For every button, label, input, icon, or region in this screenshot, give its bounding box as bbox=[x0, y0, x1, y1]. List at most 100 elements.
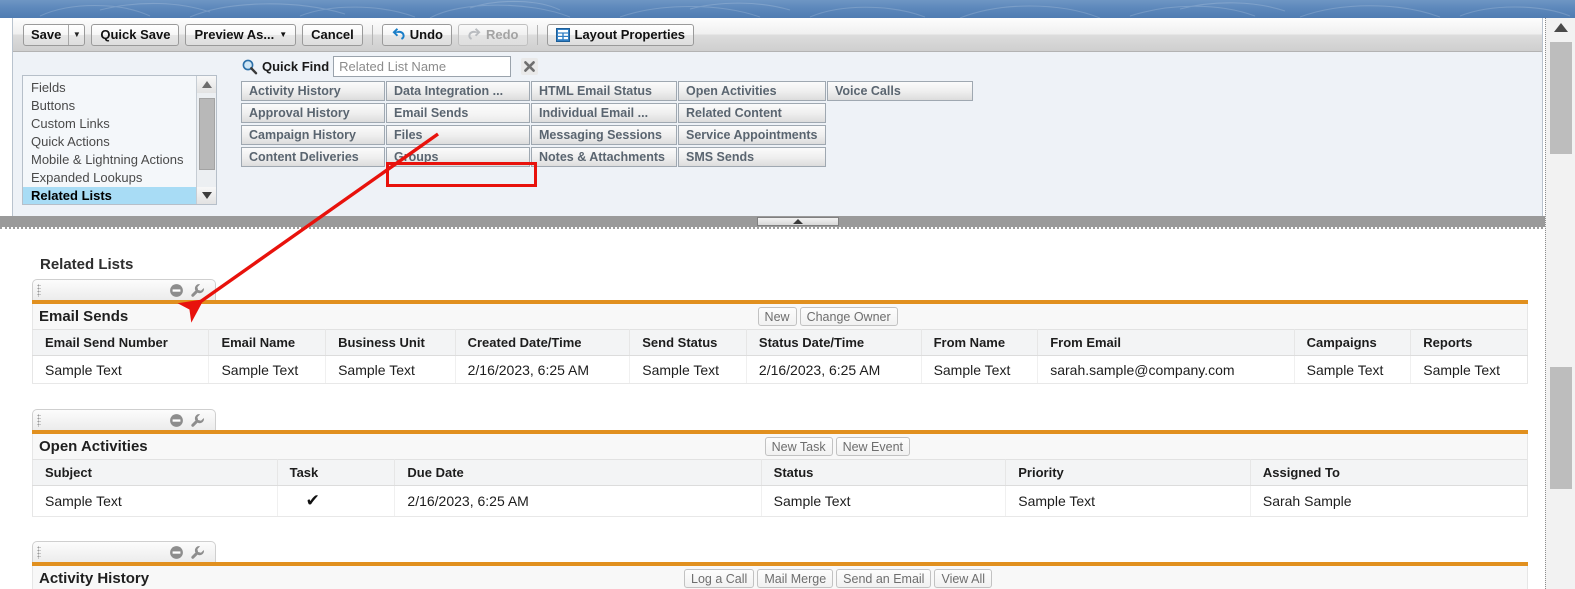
sidebar-item-mobile-lightning-actions[interactable]: Mobile & Lightning Actions bbox=[23, 151, 196, 169]
palette-tile-data-integration[interactable]: Data Integration ... bbox=[386, 81, 530, 101]
redo-button[interactable]: Redo bbox=[458, 23, 528, 46]
related-list-name: Open Activities bbox=[39, 438, 148, 455]
chevron-down-icon bbox=[202, 192, 212, 199]
redo-icon bbox=[468, 28, 481, 40]
layout-properties-label: Layout Properties bbox=[574, 27, 686, 42]
sidebar-item-fields[interactable]: Fields bbox=[23, 79, 196, 97]
palette-tile-individual-email[interactable]: Individual Email ... bbox=[531, 103, 677, 123]
related-list-tab-open-activities bbox=[32, 409, 216, 430]
sidebar-scrollbar[interactable] bbox=[196, 76, 216, 204]
save-button[interactable]: Save ▼ bbox=[23, 23, 86, 46]
action-button-log-a-call[interactable]: Log a Call bbox=[684, 569, 755, 588]
quick-find-input[interactable] bbox=[333, 56, 512, 77]
drag-handle-icon[interactable] bbox=[37, 546, 41, 559]
palette-tile-files[interactable]: Files bbox=[386, 125, 530, 145]
palette-tile-email-sends[interactable]: Email Sends bbox=[386, 103, 530, 123]
table-cell: 2/16/2023, 6:25 AM bbox=[455, 355, 631, 384]
sidebar-item-related-lists[interactable]: Related Lists bbox=[23, 187, 196, 204]
palette-tile-service-appointments[interactable]: Service Appointments bbox=[678, 125, 826, 145]
related-list-table-open-activities: Subject Task Due Date Status Priority Assigne… bbox=[32, 459, 1529, 517]
palette-tile-empty bbox=[827, 125, 973, 145]
page-vertical-scrollbar[interactable] bbox=[1545, 18, 1575, 589]
table-cell: Sample Text bbox=[761, 485, 1007, 517]
scroll-up-button[interactable] bbox=[1546, 18, 1575, 36]
related-list-actions: New Task New Event bbox=[764, 437, 911, 456]
action-button-view-all[interactable]: View All bbox=[934, 569, 993, 588]
panel-splitter[interactable] bbox=[0, 216, 1575, 227]
save-button-label: Save bbox=[31, 27, 62, 42]
palette-row: Approval History Email Sends Individual Em… bbox=[241, 103, 974, 125]
related-list-table-email-sends: Email Send Number Email Name Business Unit… bbox=[31, 329, 1528, 384]
palette-tile-campaign-history[interactable]: Campaign History bbox=[241, 125, 385, 145]
wrench-icon[interactable] bbox=[190, 545, 205, 560]
table-cell: Sample Text bbox=[1294, 355, 1412, 384]
palette-tile-activity-history[interactable]: Activity History bbox=[241, 81, 385, 101]
chevron-up-icon bbox=[1553, 22, 1568, 32]
palette-row: Activity History Data Integration ... HTML… bbox=[241, 81, 974, 103]
palette-tile-html-email-status[interactable]: HTML Email Status bbox=[531, 81, 677, 101]
palette-tile-empty bbox=[827, 103, 973, 123]
related-list-header-email-sends: Email Sends New Change Owner bbox=[32, 304, 1528, 329]
related-list-tab-activity-history bbox=[32, 541, 216, 562]
palette-tile-groups[interactable]: Groups bbox=[386, 147, 530, 167]
action-button-new-task[interactable]: New Task bbox=[764, 437, 833, 456]
palette-tile-content-deliveries[interactable]: Content Deliveries bbox=[241, 147, 385, 167]
undo-button[interactable]: Undo bbox=[381, 23, 452, 46]
related-list-header-activity-history: Activity History Log a Call Mail Merge Send… bbox=[32, 566, 1528, 589]
palette-tile-related-content[interactable]: Related Content bbox=[678, 103, 826, 123]
palette-tile-messaging-sessions[interactable]: Messaging Sessions bbox=[531, 125, 677, 145]
column-header: Campaigns bbox=[1294, 329, 1412, 356]
cancel-button[interactable]: Cancel bbox=[302, 23, 363, 46]
action-button-change-owner[interactable]: Change Owner bbox=[799, 307, 898, 326]
wrench-icon[interactable] bbox=[190, 413, 205, 428]
palette-tile-open-activities[interactable]: Open Activities bbox=[678, 81, 826, 101]
scroll-thumb[interactable] bbox=[1550, 42, 1572, 154]
action-button-mail-merge[interactable]: Mail Merge bbox=[757, 569, 834, 588]
drag-handle-icon[interactable] bbox=[37, 284, 41, 297]
action-button-send-an-email[interactable]: Send an Email bbox=[836, 569, 932, 588]
column-header: Reports bbox=[1410, 329, 1528, 356]
quick-find-label: Quick Find bbox=[262, 59, 330, 74]
drag-handle-icon[interactable] bbox=[37, 414, 41, 427]
collapse-panel-handle[interactable] bbox=[757, 217, 839, 226]
sidebar-item-custom-links[interactable]: Custom Links bbox=[23, 115, 196, 133]
collapse-icon[interactable] bbox=[169, 413, 184, 428]
collapse-icon[interactable] bbox=[169, 283, 184, 298]
quick-find-bar: Quick Find bbox=[241, 56, 539, 77]
table-cell: Sample Text bbox=[325, 355, 456, 384]
palette-tile-sms-sends[interactable]: SMS Sends bbox=[678, 147, 826, 167]
column-header: Created Date/Time bbox=[455, 329, 631, 356]
layout-preview-pane bbox=[0, 229, 1547, 589]
clear-icon[interactable] bbox=[521, 58, 539, 75]
table-cell: 2/16/2023, 6:25 AM bbox=[394, 485, 762, 517]
sidebar-scroll-up-button[interactable] bbox=[197, 76, 216, 93]
palette-tile-notes-attachments[interactable]: Notes & Attachments bbox=[531, 147, 677, 167]
sidebar-item-quick-actions[interactable]: Quick Actions bbox=[23, 133, 196, 151]
action-button-new-event[interactable]: New Event bbox=[835, 437, 911, 456]
quick-save-button[interactable]: Quick Save bbox=[91, 23, 180, 46]
chevron-up-icon bbox=[202, 81, 212, 88]
palette-tile-voice-calls[interactable]: Voice Calls bbox=[827, 81, 973, 101]
action-button-new[interactable]: New bbox=[757, 307, 797, 326]
collapse-icon[interactable] bbox=[169, 545, 184, 560]
preview-as-button[interactable]: Preview As... ▼ bbox=[185, 23, 297, 46]
related-list-tab-email-sends bbox=[32, 279, 216, 300]
table-cell: 2/16/2023, 6:25 AM bbox=[746, 355, 922, 384]
sidebar-scroll-thumb[interactable] bbox=[199, 98, 215, 170]
wrench-icon[interactable] bbox=[190, 283, 205, 298]
cancel-label: Cancel bbox=[311, 27, 354, 42]
table-cell: Sample Text bbox=[1410, 355, 1528, 384]
layout-properties-button[interactable]: Layout Properties bbox=[546, 23, 695, 46]
sidebar-item-expanded-lookups[interactable]: Expanded Lookups bbox=[23, 169, 196, 187]
undo-icon bbox=[392, 28, 405, 40]
column-header: Email Name bbox=[208, 329, 327, 356]
chevron-up-icon bbox=[793, 219, 803, 224]
scroll-thumb-lower[interactable] bbox=[1550, 367, 1572, 489]
column-header: Business Unit bbox=[325, 329, 456, 356]
chevron-down-icon[interactable]: ▼ bbox=[69, 25, 84, 45]
checkmark-icon: ✔ bbox=[277, 485, 396, 517]
sidebar-item-buttons[interactable]: Buttons bbox=[23, 97, 196, 115]
sidebar-scroll-down-button[interactable] bbox=[197, 187, 216, 204]
table-cell: Sample Text bbox=[32, 485, 278, 517]
palette-tile-approval-history[interactable]: Approval History bbox=[241, 103, 385, 123]
